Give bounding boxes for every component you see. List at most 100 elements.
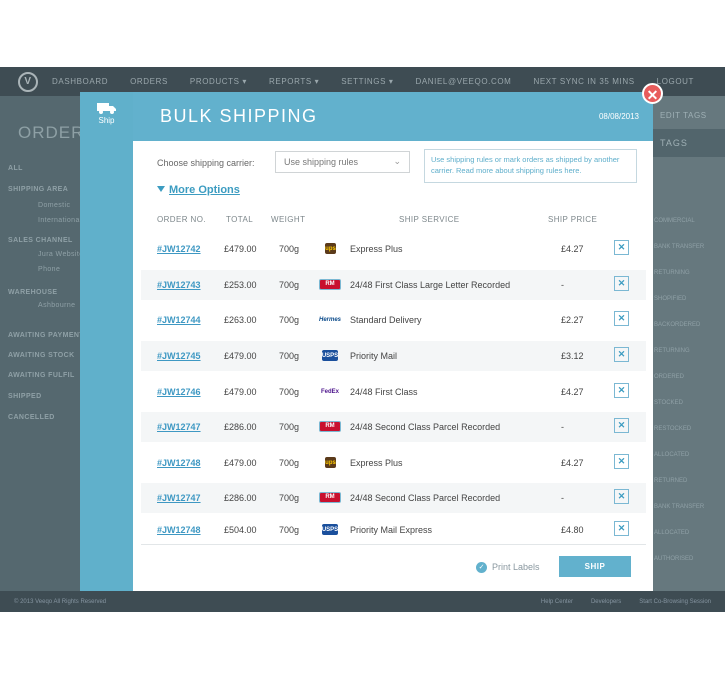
order-link[interactable]: #JW12748 bbox=[157, 458, 201, 468]
footer-link-help[interactable]: Help Center bbox=[541, 599, 573, 605]
table-row: #JW12744 £263.00 700g Hermes Standard Delive… bbox=[141, 305, 646, 335]
tags-sidebar: EDIT TAGS TAGS COMMERCIAL BANK TRANSFER RE… bbox=[652, 96, 725, 591]
tag-item[interactable]: BANK TRANSFER bbox=[654, 504, 704, 510]
nav-user[interactable]: DANIEL@VEEQO.COM bbox=[415, 77, 511, 86]
tag-item[interactable]: ALLOCATED bbox=[654, 452, 689, 458]
ship-service: Express Plus bbox=[350, 244, 403, 254]
modal-title: BULK SHIPPING bbox=[160, 106, 318, 126]
shipping-rules-info[interactable]: Use shipping rules or mark orders as shi… bbox=[424, 149, 637, 183]
table-row: #JW12748 £504.00 700g USPS Priority Mail Exp… bbox=[141, 515, 646, 545]
order-link[interactable]: #JW12747 bbox=[157, 493, 201, 503]
remove-row-button[interactable]: ✕ bbox=[614, 311, 629, 326]
order-link[interactable]: #JW12742 bbox=[157, 244, 201, 254]
more-options-link[interactable]: More Options bbox=[157, 184, 240, 196]
table-row: #JW12746 £479.00 700g FedEx 24/48 First Clas… bbox=[141, 377, 646, 407]
order-link[interactable]: #JW12746 bbox=[157, 387, 201, 397]
footer-link-developers[interactable]: Developers bbox=[591, 599, 621, 605]
nav-logout[interactable]: LOGOUT bbox=[657, 77, 694, 86]
remove-row-button[interactable]: ✕ bbox=[614, 521, 629, 536]
remove-row-button[interactable]: ✕ bbox=[614, 240, 629, 255]
sidebar-item[interactable]: AWAITING FULFIL bbox=[8, 372, 75, 379]
tag-item[interactable]: COMMERCIAL bbox=[654, 218, 695, 224]
tag-item[interactable]: RETURNING bbox=[654, 270, 690, 276]
nav-dashboard[interactable]: DASHBOARD bbox=[52, 77, 108, 86]
tag-item[interactable]: STOCKED bbox=[654, 400, 683, 406]
sidebar-item[interactable]: AWAITING PAYMENT bbox=[8, 332, 84, 339]
truck-icon bbox=[96, 103, 116, 114]
carrier-select-value: Use shipping rules bbox=[284, 157, 359, 167]
order-total: £479.00 bbox=[224, 458, 257, 468]
sidebar-subitem[interactable]: International bbox=[38, 217, 82, 224]
order-total: £253.00 bbox=[224, 280, 257, 290]
nav-products[interactable]: PRODUCTS ▾ bbox=[190, 77, 247, 86]
sidebar-item[interactable]: WAREHOUSE bbox=[8, 289, 58, 296]
sidebar-subitem[interactable]: Ashbourne bbox=[38, 302, 75, 309]
order-total: £479.00 bbox=[224, 244, 257, 254]
nav-settings[interactable]: SETTINGS ▾ bbox=[341, 77, 393, 86]
sidebar-subitem[interactable]: Phone bbox=[38, 266, 60, 273]
tag-item[interactable]: RETURNING bbox=[654, 348, 690, 354]
close-icon[interactable]: ✕ bbox=[642, 83, 663, 104]
sidebar-item[interactable]: SHIPPED bbox=[8, 393, 42, 400]
sidebar-subitem[interactable]: Jura Website bbox=[38, 251, 84, 258]
ship-service: Standard Delivery bbox=[350, 315, 422, 325]
col-order: ORDER NO. bbox=[157, 215, 206, 224]
nav-reports[interactable]: REPORTS ▾ bbox=[269, 77, 319, 86]
order-link[interactable]: #JW12743 bbox=[157, 280, 201, 290]
tag-item[interactable]: SHOPIFIED bbox=[654, 296, 686, 302]
sidebar-item[interactable]: ALL bbox=[8, 165, 23, 172]
order-link[interactable]: #JW12744 bbox=[157, 315, 201, 325]
remove-row-button[interactable]: ✕ bbox=[614, 454, 629, 469]
sidebar-item[interactable]: CANCELLED bbox=[8, 414, 55, 421]
order-weight: 700g bbox=[279, 280, 300, 290]
col-service: SHIP SERVICE bbox=[399, 215, 460, 224]
remove-row-button[interactable]: ✕ bbox=[614, 418, 629, 433]
ship-price: - bbox=[561, 493, 564, 503]
order-link[interactable]: #JW12747 bbox=[157, 422, 201, 432]
sidebar-subitem[interactable]: Domestic bbox=[38, 202, 70, 209]
order-link[interactable]: #JW12745 bbox=[157, 351, 201, 361]
sidebar-item[interactable]: SHIPPING AREA bbox=[8, 186, 68, 193]
sidebar-item[interactable]: AWAITING STOCK bbox=[8, 352, 75, 359]
fedex-logo-icon: FedEx bbox=[319, 386, 341, 397]
edit-tags-link[interactable]: EDIT TAGS bbox=[660, 111, 707, 120]
tag-item[interactable]: RETURNED bbox=[654, 478, 687, 484]
tag-item[interactable]: RESTOCKED bbox=[654, 426, 691, 432]
copyright: © 2013 Veeqo All Rights Reserved bbox=[14, 598, 107, 605]
orders-sidebar: ORDERS ALL SHIPPING AREA SALES CHANNEL WARE… bbox=[0, 96, 96, 591]
ship-button[interactable]: SHIP bbox=[559, 556, 631, 577]
ship-service: Express Plus bbox=[350, 458, 403, 468]
print-labels-toggle[interactable]: ✓ Print Labels bbox=[476, 562, 540, 574]
carrier-select[interactable]: Use shipping rules ⌄ bbox=[275, 151, 410, 173]
tag-item[interactable]: BANK TRANSFER bbox=[654, 244, 704, 250]
tag-item[interactable]: BACKORDERED bbox=[654, 322, 700, 328]
order-weight: 700g bbox=[279, 422, 300, 432]
ship-service: 24/48 First Class Large Letter Recorded bbox=[350, 280, 511, 290]
tag-item[interactable]: ALLOCATED bbox=[654, 530, 689, 536]
ship-tab[interactable]: Ship bbox=[80, 92, 133, 591]
footer-link-cobrowse[interactable]: Start Co-Browsing Session bbox=[639, 599, 711, 605]
order-total: £263.00 bbox=[224, 315, 257, 325]
remove-row-button[interactable]: ✕ bbox=[614, 347, 629, 362]
sidebar-item[interactable]: SALES CHANNEL bbox=[8, 237, 73, 244]
tag-item[interactable]: AUTHORISED bbox=[654, 556, 693, 562]
nav-orders[interactable]: ORDERS bbox=[130, 77, 168, 86]
more-options-label: More Options bbox=[169, 184, 240, 196]
table-row: #JW12742 £479.00 700g ups Express Plus £4.27 ✕ bbox=[141, 234, 646, 264]
remove-row-button[interactable]: ✕ bbox=[614, 489, 629, 504]
ship-price: £4.27 bbox=[561, 458, 584, 468]
remove-row-button[interactable]: ✕ bbox=[614, 383, 629, 398]
order-weight: 700g bbox=[279, 525, 300, 535]
royal-mail-logo-icon: RM bbox=[319, 279, 341, 290]
modal-date: 08/08/2013 bbox=[598, 112, 639, 121]
carrier-label: Choose shipping carrier: bbox=[157, 158, 255, 168]
order-total: £286.00 bbox=[224, 422, 257, 432]
order-weight: 700g bbox=[279, 458, 300, 468]
table-row: #JW12747 £286.00 700g RM 24/48 Second Class … bbox=[141, 483, 646, 513]
order-link[interactable]: #JW12748 bbox=[157, 525, 201, 535]
ship-price: £4.80 bbox=[561, 525, 584, 535]
modal-header: BULK SHIPPING 08/08/2013 bbox=[133, 92, 653, 141]
tag-item[interactable]: ORDERED bbox=[654, 374, 684, 380]
order-weight: 700g bbox=[279, 244, 300, 254]
remove-row-button[interactable]: ✕ bbox=[614, 276, 629, 291]
